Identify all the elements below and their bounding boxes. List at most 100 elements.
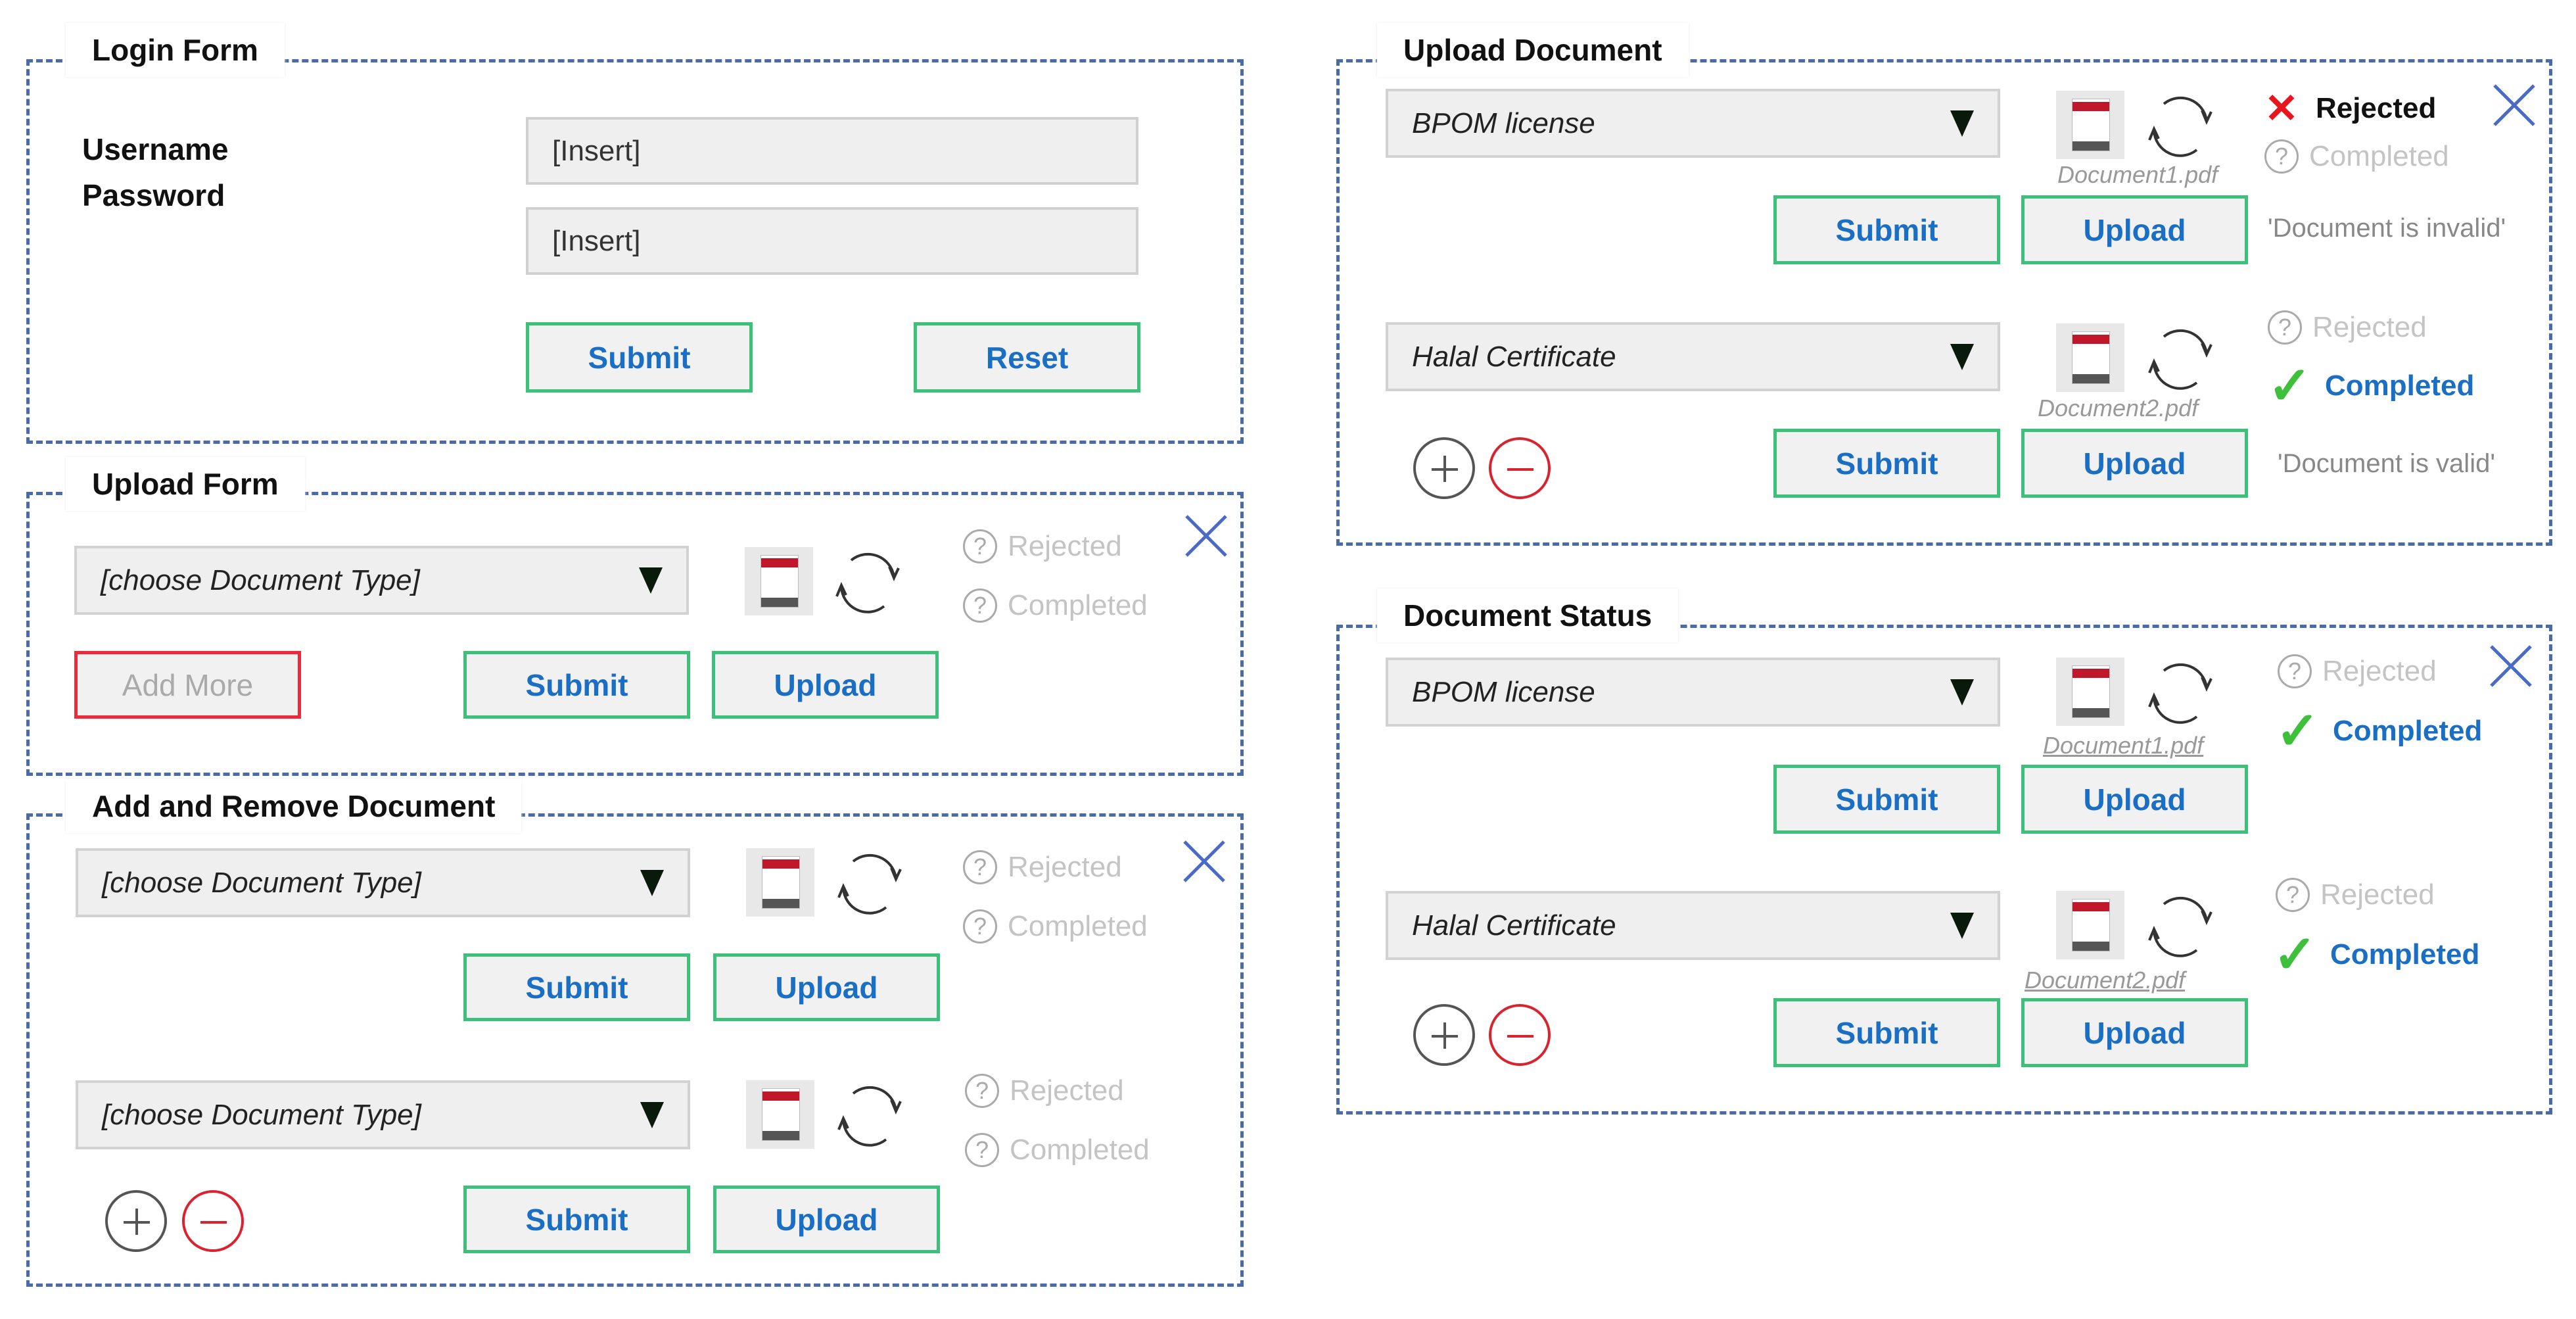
- filename-link[interactable]: Document2.pdf: [2025, 967, 2185, 994]
- rejected-x-icon: ✕: [2264, 86, 2299, 132]
- dropdown-arrow-icon: [639, 567, 663, 594]
- username-input[interactable]: [Insert]: [526, 117, 1138, 185]
- document-type-value: Halal Certificate: [1412, 340, 1616, 373]
- upload-button[interactable]: Upload: [713, 1186, 940, 1253]
- question-icon: ?: [965, 1074, 999, 1108]
- close-icon[interactable]: [1181, 838, 1227, 884]
- remove-row-button[interactable]: [182, 1190, 244, 1252]
- dropdown-arrow-icon: [1950, 343, 1974, 370]
- minus-icon: [1507, 468, 1534, 471]
- login-submit-button[interactable]: Submit: [526, 322, 753, 393]
- status-completed: ? Completed: [2264, 139, 2449, 174]
- close-icon[interactable]: [2491, 82, 2537, 128]
- document-type-value: BPOM license: [1412, 107, 1595, 139]
- login-form-title: Login Form: [66, 23, 285, 77]
- upload-button[interactable]: Upload: [2021, 765, 2248, 834]
- question-icon: ?: [2264, 139, 2299, 174]
- refresh-icon[interactable]: [2144, 891, 2216, 963]
- refresh-icon[interactable]: [833, 848, 906, 921]
- status-completed: ✓ Completed: [2268, 356, 2475, 415]
- upload-form-title: Upload Form: [66, 457, 305, 511]
- refresh-icon[interactable]: [833, 1080, 906, 1153]
- status-rejected: ✕ Rejected: [2264, 84, 2436, 132]
- upload-form-upload-button[interactable]: Upload: [712, 651, 939, 719]
- status-rejected: ? Rejected: [2278, 654, 2437, 688]
- dropdown-arrow-icon: [640, 1101, 664, 1128]
- filename[interactable]: Document1.pdf: [2057, 161, 2218, 189]
- document-type-select[interactable]: Halal Certificate: [1386, 891, 2000, 960]
- status-completed: ? Completed: [963, 588, 1148, 623]
- close-icon[interactable]: [1183, 513, 1229, 559]
- plus-icon-stroke: [1443, 456, 1446, 482]
- password-input[interactable]: [Insert]: [526, 207, 1138, 275]
- status-rejected: ? Rejected: [965, 1074, 1124, 1108]
- remove-row-button[interactable]: [1489, 1004, 1551, 1066]
- submit-button[interactable]: Submit: [463, 953, 690, 1021]
- remove-row-button[interactable]: [1489, 437, 1551, 499]
- document-icon: [745, 547, 813, 615]
- document-type-select[interactable]: [choose Document Type]: [74, 546, 689, 615]
- document-icon: [2056, 891, 2124, 959]
- dropdown-arrow-icon: [1950, 679, 1974, 706]
- refresh-icon[interactable]: [2144, 91, 2216, 163]
- refresh-icon[interactable]: [2144, 324, 2216, 396]
- add-row-button[interactable]: [1413, 1004, 1475, 1066]
- plus-icon-stroke: [135, 1209, 138, 1235]
- upload-button[interactable]: Upload: [2021, 998, 2248, 1067]
- submit-button[interactable]: Submit: [1773, 765, 2000, 834]
- document-type-value: BPOM license: [1412, 675, 1595, 708]
- document-type-select[interactable]: BPOM license: [1386, 89, 2000, 158]
- document-type-select[interactable]: Halal Certificate: [1386, 322, 2000, 391]
- plus-icon-stroke: [1443, 1022, 1446, 1049]
- validation-message: 'Document is invalid': [2268, 214, 2506, 243]
- submit-button[interactable]: Submit: [1773, 195, 2000, 264]
- status-completed: ✓ Completed: [2273, 925, 2480, 984]
- document-type-value: [choose Document Type]: [102, 1098, 421, 1131]
- completed-check-icon: ✓: [2273, 925, 2318, 984]
- add-row-button[interactable]: [105, 1190, 167, 1252]
- close-icon[interactable]: [2488, 643, 2534, 689]
- document-type-select[interactable]: [choose Document Type]: [76, 1080, 690, 1149]
- filename[interactable]: Document2.pdf: [2038, 395, 2198, 422]
- upload-button[interactable]: Upload: [2021, 429, 2248, 498]
- status-rejected: ? Rejected: [2276, 878, 2435, 912]
- document-type-value: Halal Certificate: [1412, 909, 1616, 942]
- upload-button[interactable]: Upload: [2021, 195, 2248, 264]
- upload-form-submit-button[interactable]: Submit: [463, 651, 690, 719]
- status-completed: ? Completed: [965, 1133, 1150, 1167]
- document-type-value: [choose Document Type]: [102, 866, 421, 899]
- dropdown-arrow-icon: [640, 869, 664, 896]
- upload-button[interactable]: Upload: [713, 953, 940, 1021]
- login-reset-button[interactable]: Reset: [914, 322, 1140, 393]
- document-icon: [746, 848, 814, 917]
- submit-button[interactable]: Submit: [1773, 998, 2000, 1067]
- status-rejected: ? Rejected: [2268, 310, 2427, 345]
- dropdown-arrow-icon: [1950, 912, 1974, 939]
- upload-document-title: Upload Document: [1377, 23, 1689, 77]
- status-completed: ✓ Completed: [2276, 702, 2483, 760]
- add-remove-document-title: Add and Remove Document: [66, 779, 522, 833]
- add-row-button[interactable]: [1413, 437, 1475, 499]
- document-status-title: Document Status: [1377, 588, 1679, 642]
- submit-button[interactable]: Submit: [1773, 429, 2000, 498]
- dropdown-arrow-icon: [1950, 110, 1974, 137]
- question-icon: ?: [963, 909, 997, 944]
- minus-icon: [200, 1221, 227, 1224]
- refresh-icon[interactable]: [2144, 658, 2216, 730]
- document-icon: [2056, 91, 2124, 159]
- question-icon: ?: [963, 529, 997, 564]
- refresh-icon[interactable]: [831, 547, 904, 619]
- question-icon: ?: [2276, 878, 2310, 912]
- document-icon: [2056, 324, 2124, 392]
- document-icon: [746, 1080, 814, 1149]
- filename-link[interactable]: Document1.pdf: [2043, 732, 2203, 759]
- question-icon: ?: [965, 1133, 999, 1167]
- document-type-select[interactable]: BPOM license: [1386, 658, 2000, 727]
- document-type-value: [choose Document Type]: [101, 564, 420, 596]
- add-more-button[interactable]: Add More: [74, 651, 301, 719]
- completed-check-icon: ✓: [2268, 356, 2312, 415]
- status-rejected: ? Rejected: [963, 529, 1122, 564]
- document-type-select[interactable]: [choose Document Type]: [76, 848, 690, 917]
- submit-button[interactable]: Submit: [463, 1186, 690, 1253]
- completed-check-icon: ✓: [2276, 702, 2320, 760]
